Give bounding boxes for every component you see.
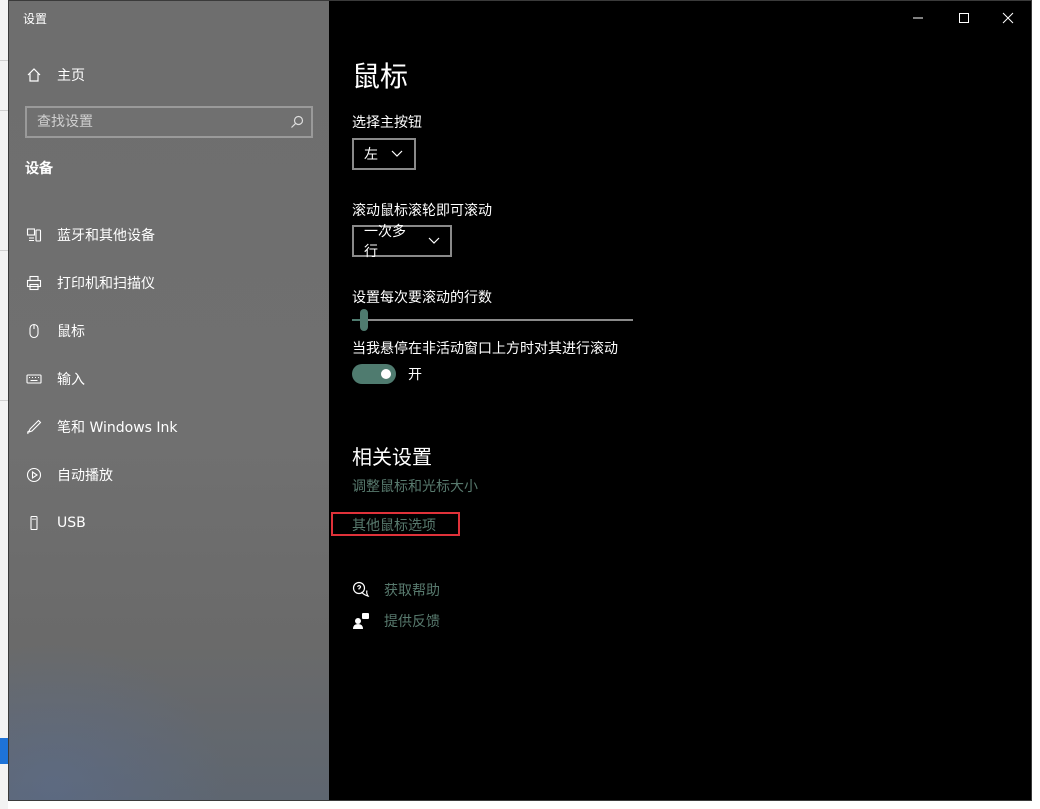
sidebar-item-bluetooth[interactable]: 蓝牙和其他设备 — [9, 211, 329, 259]
feedback-label: 提供反馈 — [384, 614, 440, 630]
background-divider — [0, 110, 8, 111]
background-app-edge — [0, 0, 8, 809]
background-divider — [0, 60, 8, 61]
background-taskbar-tab — [0, 738, 8, 764]
search-box[interactable] — [25, 106, 313, 138]
sidebar-item-label: 鼠标 — [57, 324, 85, 340]
section-title: 设备 — [25, 161, 53, 177]
main-content: 鼠标 选择主按钮 左 滚动鼠标滚轮即可滚动 一次多行 设置每次要滚动的行数 当我… — [329, 1, 1031, 800]
feedback-link[interactable]: 提供反馈 — [352, 611, 440, 631]
scroll-lines-label: 设置每次要滚动的行数 — [352, 290, 492, 306]
slider-track — [352, 319, 633, 321]
chevron-down-icon — [427, 232, 440, 250]
sidebar-item-autoplay[interactable]: 自动播放 — [9, 451, 329, 499]
printer-icon — [25, 274, 43, 292]
background-divider — [0, 400, 8, 401]
inactive-scroll-toggle[interactable] — [352, 364, 396, 384]
autoplay-icon — [25, 466, 43, 484]
bluetooth-devices-icon — [25, 226, 43, 244]
sidebar-nav-list: 蓝牙和其他设备 打印机和扫描仪 鼠标 输入 笔和 Windows Ink 自动播… — [9, 211, 329, 547]
slider-thumb[interactable] — [360, 309, 368, 331]
get-help-link[interactable]: 获取帮助 — [352, 580, 440, 600]
additional-mouse-options-link[interactable]: 其他鼠标选项 — [352, 515, 436, 535]
sidebar-item-printers[interactable]: 打印机和扫描仪 — [9, 259, 329, 307]
related-settings-title: 相关设置 — [352, 445, 432, 469]
sidebar-item-label: USB — [57, 515, 86, 531]
toggle-knob — [381, 369, 391, 379]
toggle-state-label: 开 — [408, 367, 422, 383]
mouse-icon — [25, 322, 43, 340]
chevron-down-icon — [390, 145, 404, 163]
scroll-mode-value: 一次多行 — [364, 224, 406, 260]
window-title: 设置 — [23, 12, 48, 26]
settings-window: 设置 主页 设备 — [8, 0, 1032, 801]
feedback-icon — [352, 612, 370, 630]
page-title: 鼠标 — [352, 60, 409, 93]
pen-icon — [25, 418, 43, 436]
sidebar-item-label: 打印机和扫描仪 — [57, 276, 155, 292]
get-help-label: 获取帮助 — [384, 583, 440, 599]
scroll-lines-slider[interactable] — [352, 309, 633, 331]
sidebar-item-label: 笔和 Windows Ink — [57, 420, 178, 436]
adjust-cursor-size-link[interactable]: 调整鼠标和光标大小 — [352, 476, 478, 496]
keyboard-icon — [25, 370, 43, 388]
sidebar-item-label: 蓝牙和其他设备 — [57, 228, 155, 244]
nav-home-label: 主页 — [57, 68, 85, 84]
primary-button-value: 左 — [364, 147, 378, 163]
sidebar-item-label: 自动播放 — [57, 468, 113, 484]
sidebar-item-typing[interactable]: 输入 — [9, 355, 329, 403]
inactive-scroll-label: 当我悬停在非活动窗口上方时对其进行滚动 — [352, 341, 618, 357]
sidebar-acrylic-glow — [9, 642, 229, 800]
primary-button-dropdown[interactable]: 左 — [352, 138, 416, 170]
scroll-mode-label: 滚动鼠标滚轮即可滚动 — [352, 203, 492, 219]
background-divider — [0, 250, 8, 251]
search-icon[interactable] — [289, 113, 305, 131]
inactive-scroll-toggle-row: 开 — [352, 364, 422, 384]
help-chat-icon — [352, 581, 370, 599]
sidebar-item-usb[interactable]: USB — [9, 499, 329, 547]
primary-button-label: 选择主按钮 — [352, 115, 422, 131]
scroll-mode-dropdown[interactable]: 一次多行 — [352, 224, 452, 260]
sidebar-item-pen[interactable]: 笔和 Windows Ink — [9, 403, 329, 451]
search-input[interactable] — [27, 114, 289, 130]
usb-icon — [25, 514, 43, 532]
nav-home[interactable]: 主页 — [9, 59, 329, 91]
sidebar-item-mouse[interactable]: 鼠标 — [9, 307, 329, 355]
sidebar-item-label: 输入 — [57, 372, 85, 388]
sidebar: 设置 主页 设备 — [9, 1, 329, 800]
home-icon — [25, 66, 43, 84]
